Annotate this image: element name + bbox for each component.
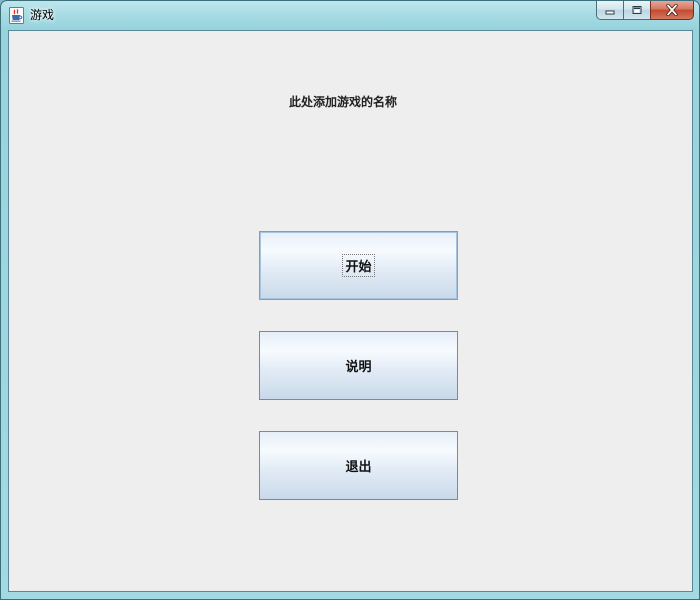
maximize-icon	[632, 5, 642, 14]
start-button[interactable]: 开始	[259, 231, 458, 300]
help-button[interactable]: 说明	[259, 331, 458, 400]
help-button-label: 说明	[345, 360, 372, 375]
content-panel	[8, 30, 693, 592]
java-coffee-cup-icon[interactable]	[9, 7, 24, 24]
maximize-button[interactable]	[623, 1, 650, 20]
game-window: 游戏 此处添加游戏的名称 开始 说明 退出	[0, 0, 700, 600]
start-button-label: 开始	[342, 254, 375, 277]
exit-button[interactable]: 退出	[259, 431, 458, 500]
close-icon	[666, 4, 678, 16]
game-title: 此处添加游戏的名称	[288, 95, 397, 109]
title-bar[interactable]: 游戏	[1, 1, 699, 30]
window-title: 游戏	[30, 8, 55, 22]
exit-button-label: 退出	[345, 460, 372, 475]
close-button[interactable]	[650, 1, 694, 20]
minimize-icon	[605, 10, 615, 15]
caption-buttons	[596, 1, 694, 21]
minimize-button[interactable]	[596, 1, 623, 20]
